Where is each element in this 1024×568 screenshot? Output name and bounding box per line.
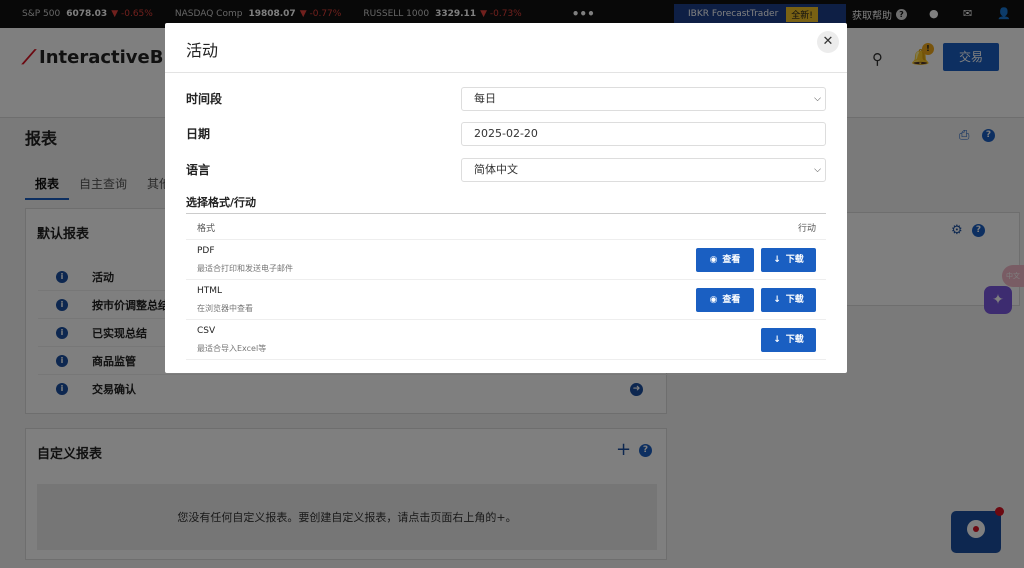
format-row-html: HTML 在浏览器中查看 ◉ 查看 ↓ 下载 <box>186 280 826 320</box>
format-name: HTML <box>197 286 223 296</box>
language-label: 语言 <box>186 163 211 177</box>
format-row-csv: CSV 最适合导入Excel等 ↓ 下载 <box>186 320 826 360</box>
modal-header: 活动 ✕ <box>165 23 847 73</box>
chevron-down-icon: ⌵ <box>814 165 821 175</box>
period-label: 时间段 <box>186 92 223 106</box>
format-description: 最适合打印和发送电子邮件 <box>197 264 293 273</box>
download-label: 下载 <box>785 255 804 265</box>
format-name: CSV <box>197 326 216 336</box>
download-arrow-icon: ↓ <box>773 335 781 345</box>
date-value: 2025-02-20 <box>474 127 538 140</box>
view-html-button[interactable]: ◉ 查看 <box>696 288 754 312</box>
date-label: 日期 <box>186 127 211 141</box>
view-label: 查看 <box>722 255 741 265</box>
download-csv-button[interactable]: ↓ 下载 <box>761 328 816 352</box>
download-arrow-icon: ↓ <box>773 295 781 305</box>
col-format-header: 格式 <box>197 224 216 234</box>
period-value: 每日 <box>474 92 496 105</box>
modal-title: 活动 <box>186 41 219 60</box>
format-name: PDF <box>197 246 215 256</box>
download-label: 下载 <box>785 295 804 305</box>
period-row: 时间段 每日 ⌵ <box>186 87 826 111</box>
view-label: 查看 <box>722 295 741 305</box>
download-arrow-icon: ↓ <box>773 255 781 265</box>
language-row: 语言 简体中文 ⌵ <box>186 158 826 182</box>
format-description: 在浏览器中查看 <box>197 304 253 313</box>
close-button[interactable]: ✕ <box>817 31 839 53</box>
format-table-header: 格式 行动 <box>186 214 826 240</box>
format-description: 最适合导入Excel等 <box>197 344 267 353</box>
format-row-pdf: PDF 最适合打印和发送电子邮件 ◉ 查看 ↓ 下载 <box>186 240 826 280</box>
download-label: 下载 <box>785 335 804 345</box>
language-select[interactable]: 简体中文 ⌵ <box>461 158 826 182</box>
chevron-down-icon: ⌵ <box>814 94 821 104</box>
date-row: 日期 2025-02-20 <box>186 122 826 146</box>
format-table: 格式 行动 PDF 最适合打印和发送电子邮件 ◉ 查看 ↓ 下载 HTML 在浏览器… <box>186 213 826 360</box>
eye-icon: ◉ <box>709 295 718 305</box>
format-section-title: 选择格式/行动 <box>186 196 257 209</box>
view-pdf-button[interactable]: ◉ 查看 <box>696 248 754 272</box>
col-action-header: 行动 <box>797 224 816 234</box>
download-pdf-button[interactable]: ↓ 下载 <box>761 248 816 272</box>
language-value: 简体中文 <box>474 163 518 176</box>
date-input[interactable]: 2025-02-20 <box>461 122 826 146</box>
download-html-button[interactable]: ↓ 下载 <box>761 288 816 312</box>
period-select[interactable]: 每日 ⌵ <box>461 87 826 111</box>
eye-icon: ◉ <box>709 255 718 265</box>
activity-report-modal: 活动 ✕ 时间段 每日 ⌵ 日期 2025-02-20 语言 简体中文 ⌵ 选择… <box>165 23 847 373</box>
